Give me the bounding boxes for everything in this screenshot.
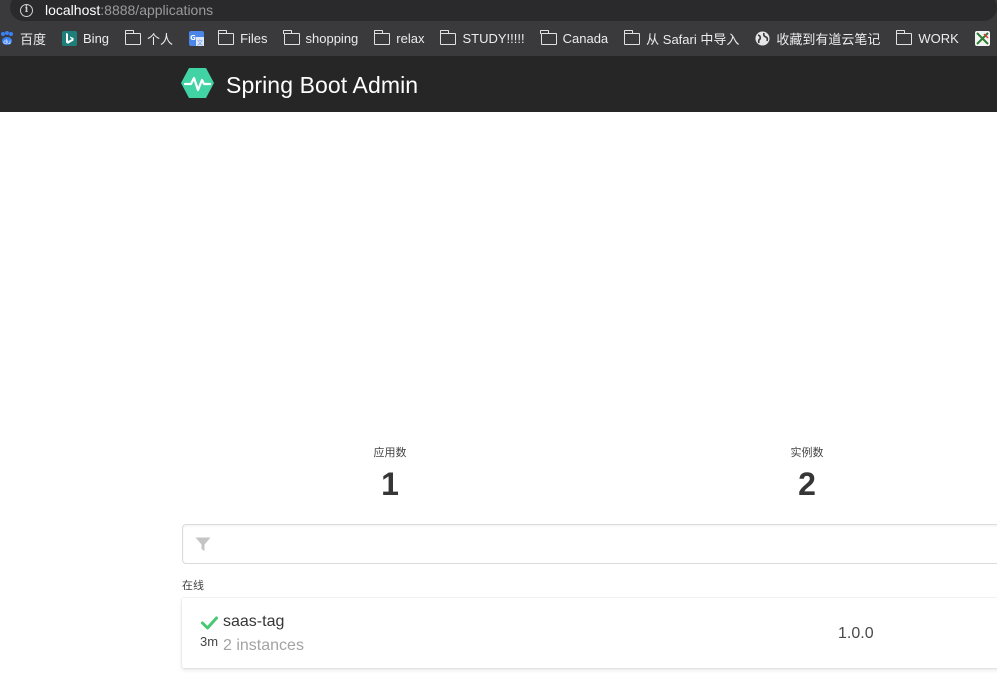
- bookmark-folder-personal[interactable]: 个人: [124, 29, 174, 48]
- folder-icon: [283, 29, 300, 45]
- folder-icon: [440, 29, 457, 45]
- bookmark-label: Files: [240, 31, 268, 46]
- filter-input[interactable]: [219, 524, 997, 564]
- check-icon: [198, 616, 220, 635]
- url-field[interactable]: i localhost:8888/applications: [10, 0, 997, 21]
- bing-icon: [62, 31, 78, 46]
- uptime: 3m: [199, 634, 219, 649]
- bookmark-label: WORK: [918, 31, 959, 46]
- bookmark-label: Canada: [562, 31, 609, 46]
- bookmark-label: relax: [396, 31, 425, 46]
- filter-field[interactable]: [182, 524, 997, 564]
- bookmarks-bar: du 百度 Bing 个人 G文 Files shopping relax ST…: [0, 21, 997, 56]
- bookmark-excel[interactable]: [974, 31, 996, 46]
- bookmark-google-translate[interactable]: G文: [189, 31, 210, 46]
- applications-count-stat: 应用数 1: [330, 444, 450, 503]
- bookmark-folder-work[interactable]: WORK: [895, 29, 959, 46]
- spring-boot-admin-logo-icon: [181, 68, 214, 103]
- bookmark-label: 百度: [20, 32, 47, 47]
- bookmark-label: 收藏到有道云笔记: [776, 32, 881, 47]
- bookmark-baidu[interactable]: du 百度: [0, 29, 46, 48]
- bookmark-label: 个人: [147, 32, 174, 47]
- bookmark-youdao[interactable]: 收藏到有道云笔记: [755, 29, 880, 48]
- excel-icon: [974, 31, 990, 46]
- folder-icon: [623, 29, 641, 45]
- application-name[interactable]: saas-tag: [223, 613, 284, 631]
- application-row[interactable]: 3m saas-tag 2 instances 1.0.0: [182, 598, 997, 668]
- globe-icon: [755, 31, 770, 46]
- applications-count-value: 1: [381, 466, 399, 502]
- bookmark-label: 从 Safari 中导入: [646, 32, 740, 47]
- bookmark-label: shopping: [305, 31, 359, 46]
- google-translate-icon: G文: [189, 31, 205, 46]
- instances-count-label: 实例数: [790, 447, 824, 459]
- instances-count-stat: 实例数 2: [747, 444, 867, 503]
- section-heading-online: 在线: [182, 580, 204, 592]
- folder-icon: [540, 29, 557, 45]
- svg-text:G: G: [190, 34, 196, 42]
- info-icon[interactable]: i: [20, 3, 33, 17]
- folder-icon: [217, 29, 235, 45]
- app-title: Spring Boot Admin: [226, 72, 419, 98]
- bookmark-label: STUDY!!!!!: [462, 31, 525, 46]
- applications-count-label: 应用数: [373, 447, 407, 459]
- bookmark-folder-relax[interactable]: relax: [373, 29, 425, 46]
- application-status: 3m: [198, 616, 220, 649]
- bookmark-label: Bing: [83, 31, 110, 46]
- bookmark-folder-shopping[interactable]: shopping: [283, 29, 359, 46]
- instances-count-value: 2: [798, 466, 816, 502]
- application-instances: 2 instances: [223, 637, 304, 654]
- svg-text:du: du: [3, 39, 11, 46]
- folder-icon: [124, 29, 142, 45]
- address-bar: i localhost:8888/applications: [0, 0, 997, 21]
- url-text[interactable]: localhost:8888/applications: [45, 2, 213, 18]
- folder-icon: [895, 29, 913, 45]
- baidu-icon: du: [0, 31, 14, 46]
- folder-icon: [373, 29, 391, 45]
- bookmark-folder-files[interactable]: Files: [217, 29, 268, 46]
- bookmark-folder-canada[interactable]: Canada: [540, 29, 609, 46]
- app-header: Spring Boot Admin: [0, 56, 997, 112]
- filter-icon: [195, 537, 211, 552]
- brand[interactable]: Spring Boot Admin: [181, 68, 418, 103]
- bookmark-folder-study[interactable]: STUDY!!!!!: [440, 29, 525, 46]
- svg-text:文: 文: [197, 39, 203, 46]
- application-version: 1.0.0: [838, 625, 874, 642]
- bookmark-folder-safari-import[interactable]: 从 Safari 中导入: [623, 29, 740, 48]
- bookmark-bing[interactable]: Bing: [62, 31, 109, 46]
